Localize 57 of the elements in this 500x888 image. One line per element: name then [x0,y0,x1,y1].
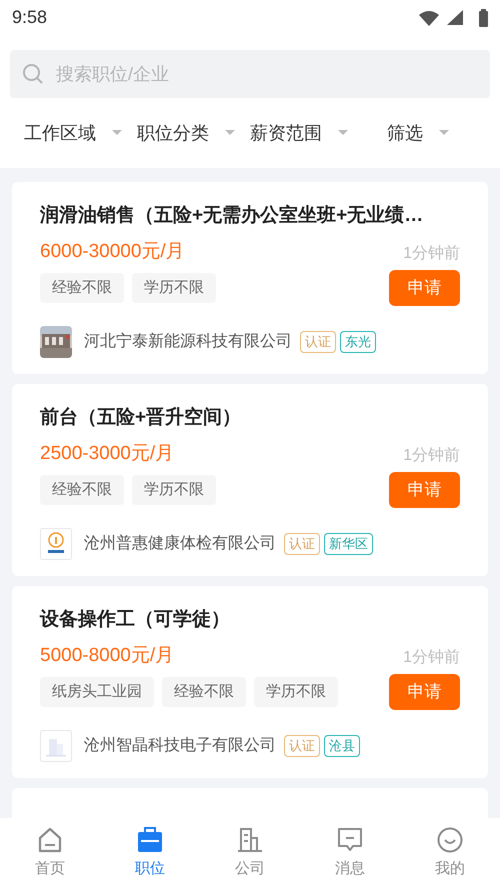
area-tag: 新华区 [324,533,373,555]
job-card[interactable]: 前台（五险+晋升空间） 2500-3000元/月 1分钟前 经验不限 学历不限 申请 沧州普惠健康体检有限公司 认证 新华区 [12,384,488,576]
wifi-icon [419,10,439,26]
job-card[interactable]: 设备操作工（可学徒） 5000-8000元/月 1分钟前 纸房头工业园 经验不限 学历不限 申请 沧州智晶科技电子有限公司 认证 沧县 [12,586,488,778]
home-icon [36,826,64,854]
salary: 5000-8000元/月 [40,644,174,668]
post-time: 1分钟前 [403,244,460,264]
verified-tag: 认证 [284,735,320,757]
company-name: 河北宁泰新能源科技有限公司 [84,332,292,352]
job-title: 前台（五险+晋升空间） [40,406,242,430]
filter-dropdown[interactable]: 职位分类 [137,120,250,146]
briefcase-icon [136,826,164,854]
salary: 2500-3000元/月 [40,442,174,466]
requirement-tag: 经验不限 [162,676,246,708]
nav-tab[interactable]: 职位 [100,818,200,888]
caret-icon [112,130,122,136]
salary: 6000-30000元/月 [40,240,185,264]
requirement-tag: 学历不限 [254,676,338,708]
message-icon [336,826,364,854]
job-card[interactable]: 润滑油销售（五险+无需办公室坐班+无业绩… 6000-30000元/月 1分钟前 经验不限 学历不限 申请 河北宁泰新能源科技有限公司 认证 东光 [12,182,488,374]
nav-tab[interactable]: 公司 [200,818,300,888]
search-field[interactable]: 搜索职位/企业 [10,50,490,98]
requirement-tag: 经验不限 [40,272,124,304]
apply-button[interactable]: 申请 [389,674,460,710]
requirement-tag: 纸房头工业园 [40,676,154,708]
apply-button[interactable]: 申请 [389,472,460,508]
area-tag: 东光 [340,331,376,353]
verified-tag: 认证 [300,331,336,353]
company-name: 沧州普惠健康体检有限公司 [84,533,276,554]
requirement-tag: 学历不限 [132,474,216,506]
caret-icon [439,130,449,136]
job-title: 润滑油销售（五险+无需办公室坐班+无业绩… [40,204,424,228]
battery-icon [479,8,488,26]
filter-dropdown[interactable]: 工作区域 [24,120,137,146]
nav-tab[interactable]: 首页 [0,818,100,888]
company-name: 沧州智晶科技电子有限公司 [84,736,276,756]
caret-icon [338,130,348,136]
requirement-tag: 经验不限 [40,474,124,506]
job-title: 设备操作工（可学徒） [40,608,231,632]
nav-tab[interactable]: 我的 [400,818,500,888]
verified-tag: 认证 [284,533,320,555]
logo-icon [40,528,72,560]
building-icon [236,826,264,854]
area-tag: 沧县 [324,735,360,757]
building-icon [40,730,72,762]
filter-dropdown[interactable]: 薪资范围 [250,120,363,146]
signal-icon [447,10,463,25]
apply-button[interactable]: 申请 [389,270,460,306]
filter-dropdown[interactable]: 筛选 [363,120,476,146]
status-time: 9:58 [12,6,48,29]
post-time: 1分钟前 [403,446,460,466]
nav-tab[interactable]: 消息 [300,818,400,888]
search-icon [22,63,44,85]
caret-icon [225,130,235,136]
smile-icon [436,826,464,854]
post-time: 1分钟前 [403,648,460,668]
requirement-tag: 学历不限 [132,272,216,304]
